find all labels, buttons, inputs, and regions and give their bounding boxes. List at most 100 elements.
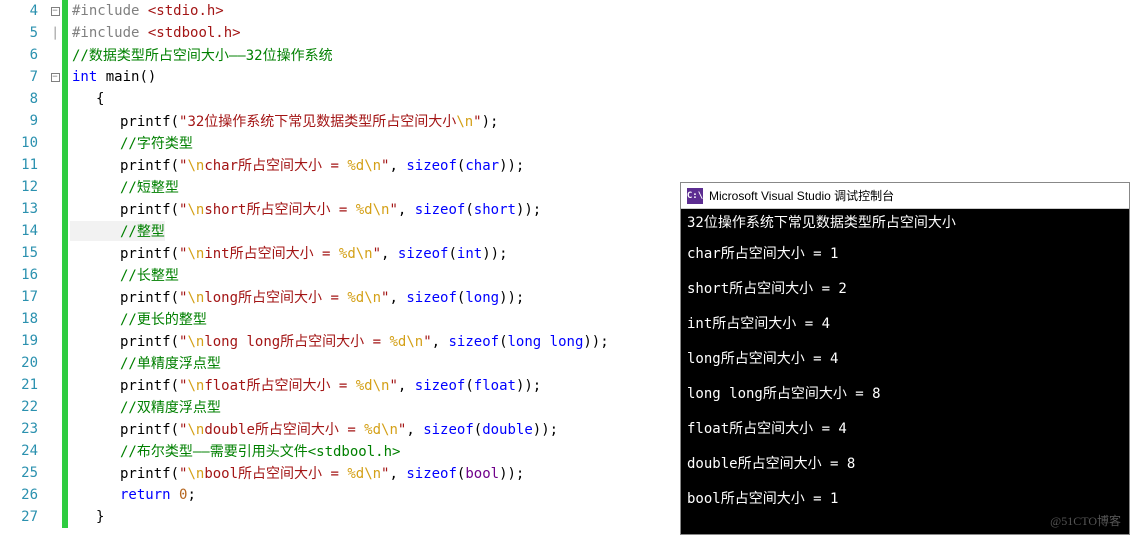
console-line: short所占空间大小 = 2 (687, 279, 1123, 300)
console-line: bool所占空间大小 = 1 (687, 489, 1123, 510)
code-line[interactable]: 12 //短整型 (0, 176, 680, 198)
change-bar (62, 132, 68, 154)
fold-gutter[interactable]: − (48, 7, 62, 16)
code-line[interactable]: 14 //整型 (0, 220, 680, 242)
code-line[interactable]: 21printf("\nfloat所占空间大小 = %d\n", sizeof(… (0, 374, 680, 396)
code-line[interactable]: 27} (0, 506, 680, 528)
change-bar (62, 286, 68, 308)
change-bar (62, 352, 68, 374)
change-bar (62, 198, 68, 220)
code-line[interactable]: 11 printf("\nchar所占空间大小 = %d\n", sizeof(c… (0, 154, 680, 176)
change-bar (62, 440, 68, 462)
code-text[interactable]: printf("\nchar所占空间大小 = %d\n", sizeof(cha… (70, 155, 524, 175)
code-text[interactable]: //长整型 (70, 265, 179, 285)
code-text[interactable]: printf("\nlong所占空间大小 = %d\n", sizeof(lon… (70, 287, 524, 307)
line-number: 7 (0, 69, 48, 85)
code-text[interactable]: //整型 (70, 221, 165, 241)
code-text[interactable]: #include <stdbool.h> (70, 25, 241, 41)
line-number: 9 (0, 113, 48, 129)
line-number: 8 (0, 91, 48, 107)
code-text[interactable]: } (70, 509, 104, 525)
debug-console-window[interactable]: C:\ Microsoft Visual Studio 调试控制台 32位操作系… (680, 182, 1130, 535)
change-bar (62, 264, 68, 286)
code-line[interactable]: 19printf("\nlong long所占空间大小 = %d\n", siz… (0, 330, 680, 352)
change-bar (62, 220, 68, 242)
code-line[interactable]: 18//更长的整型 (0, 308, 680, 330)
code-line[interactable]: 15 printf("\nint所占空间大小 = %d\n", sizeof(in… (0, 242, 680, 264)
change-bar (62, 396, 68, 418)
code-text[interactable]: printf("\ndouble所占空间大小 = %d\n", sizeof(d… (70, 419, 558, 439)
code-text[interactable]: //短整型 (70, 177, 179, 197)
code-text[interactable]: printf("\nbool所占空间大小 = %d\n", sizeof(boo… (70, 463, 524, 483)
console-line: int所占空间大小 = 4 (687, 314, 1123, 335)
code-line[interactable]: 4−#include <stdio.h> (0, 0, 680, 22)
change-bar (62, 374, 68, 396)
code-text[interactable]: //单精度浮点型 (70, 353, 221, 373)
line-number: 6 (0, 47, 48, 63)
line-number: 26 (0, 487, 48, 503)
code-text[interactable]: printf("\nlong long所占空间大小 = %d\n", sizeo… (70, 331, 609, 351)
line-number: 11 (0, 157, 48, 173)
code-text[interactable]: int main() (70, 69, 156, 85)
line-number: 12 (0, 179, 48, 195)
line-number: 16 (0, 267, 48, 283)
code-text[interactable]: #include <stdio.h> (70, 3, 224, 19)
code-line[interactable]: 24 //布尔类型——需要引用头文件<stdbool.h> (0, 440, 680, 462)
line-number: 10 (0, 135, 48, 151)
change-bar (62, 484, 68, 506)
line-number: 17 (0, 289, 48, 305)
line-number: 13 (0, 201, 48, 217)
code-text[interactable]: printf("32位操作系统下常见数据类型所占空间大小\n"); (70, 111, 498, 131)
console-line: 32位操作系统下常见数据类型所占空间大小 (687, 213, 1123, 234)
code-text[interactable]: { (70, 91, 104, 107)
line-number: 20 (0, 355, 48, 371)
code-line[interactable]: 26 return 0; (0, 484, 680, 506)
change-bar (62, 506, 68, 528)
code-line[interactable]: 8{ (0, 88, 680, 110)
code-line[interactable]: 10 //字符类型 (0, 132, 680, 154)
change-bar (62, 176, 68, 198)
code-line[interactable]: 22 //双精度浮点型 (0, 396, 680, 418)
change-bar (62, 110, 68, 132)
code-line[interactable]: 16 //长整型 (0, 264, 680, 286)
line-number: 14 (0, 223, 48, 239)
code-line[interactable]: 20 //单精度浮点型 (0, 352, 680, 374)
code-text[interactable]: //布尔类型——需要引用头文件<stdbool.h> (70, 441, 400, 461)
vs-icon: C:\ (687, 188, 703, 204)
code-text[interactable]: //字符类型 (70, 133, 193, 153)
code-text[interactable]: return 0; (70, 487, 196, 503)
code-line[interactable]: 13 printf("\nshort所占空间大小 = %d\n", sizeof(… (0, 198, 680, 220)
code-line[interactable]: 23printf("\ndouble所占空间大小 = %d\n", sizeof… (0, 418, 680, 440)
line-number: 25 (0, 465, 48, 481)
console-titlebar[interactable]: C:\ Microsoft Visual Studio 调试控制台 (681, 183, 1129, 209)
code-text[interactable]: printf("\nfloat所占空间大小 = %d\n", sizeof(fl… (70, 375, 541, 395)
fold-gutter[interactable]: − (48, 73, 62, 82)
code-text[interactable]: printf("\nshort所占空间大小 = %d\n", sizeof(sh… (70, 199, 541, 219)
code-editor[interactable]: 4−#include <stdio.h>5│#include <stdbool.… (0, 0, 680, 535)
change-bar (62, 88, 68, 110)
console-line: double所占空间大小 = 8 (687, 454, 1123, 475)
code-text[interactable]: //双精度浮点型 (70, 397, 221, 417)
change-bar (62, 154, 68, 176)
line-number: 5 (0, 25, 48, 41)
line-number: 15 (0, 245, 48, 261)
code-line[interactable]: 5│ #include <stdbool.h> (0, 22, 680, 44)
code-line[interactable]: 9 printf("32位操作系统下常见数据类型所占空间大小\n"); (0, 110, 680, 132)
line-number: 24 (0, 443, 48, 459)
code-line[interactable]: 25 printf("\nbool所占空间大小 = %d\n", sizeof(b… (0, 462, 680, 484)
code-text[interactable]: printf("\nint所占空间大小 = %d\n", sizeof(int)… (70, 243, 508, 263)
line-number: 27 (0, 509, 48, 525)
console-line: char所占空间大小 = 1 (687, 244, 1123, 265)
code-line[interactable]: 17 printf("\nlong所占空间大小 = %d\n", sizeof(l… (0, 286, 680, 308)
change-bar (62, 66, 68, 88)
code-text[interactable]: //数据类型所占空间大小——32位操作系统 (70, 45, 333, 65)
code-line[interactable]: 7−int main() (0, 66, 680, 88)
code-text[interactable]: //更长的整型 (70, 309, 207, 329)
code-line[interactable]: 6 //数据类型所占空间大小——32位操作系统 (0, 44, 680, 66)
fold-gutter: │ (48, 27, 62, 40)
line-number: 4 (0, 3, 48, 19)
console-title: Microsoft Visual Studio 调试控制台 (709, 187, 894, 204)
line-number: 22 (0, 399, 48, 415)
change-bar (62, 22, 68, 44)
change-bar (62, 242, 68, 264)
